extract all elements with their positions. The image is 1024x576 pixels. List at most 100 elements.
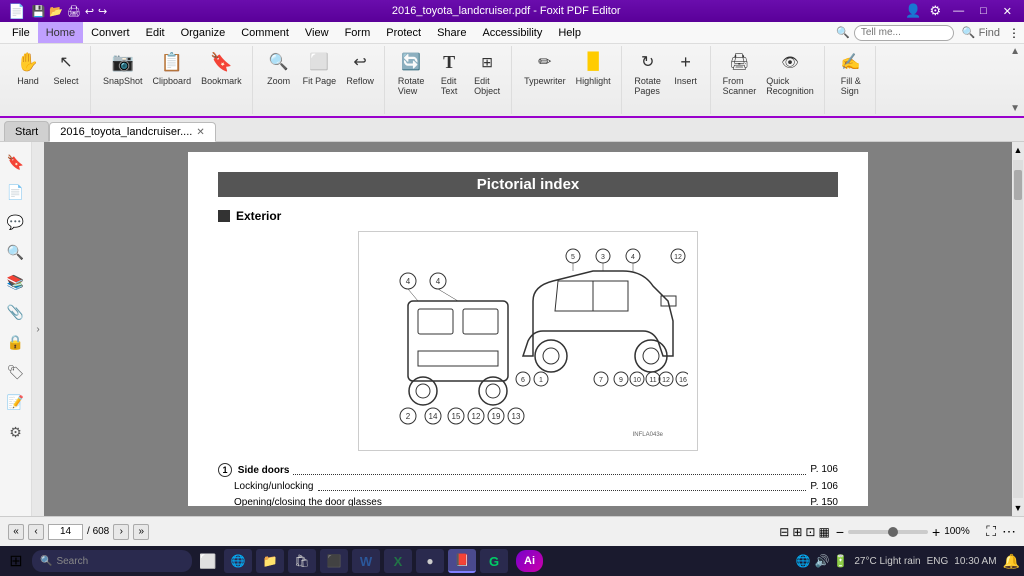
rotate-pages-button[interactable]: ↻ RotatePages — [630, 48, 666, 98]
taskbar-folder[interactable]: 📁 — [256, 549, 284, 573]
quick-access-print[interactable]: 🖨 — [67, 5, 81, 18]
menu-item-accessibility[interactable]: Accessibility — [474, 22, 550, 43]
more-options-icon[interactable]: ⋮ — [1008, 26, 1020, 40]
account-icon[interactable]: 👤 — [905, 3, 921, 19]
current-page-input[interactable] — [48, 524, 83, 540]
edit-text-button[interactable]: T EditText — [431, 48, 467, 98]
zoom-out-button[interactable]: − — [836, 524, 844, 540]
scroll-thumb[interactable] — [1014, 170, 1022, 200]
ribbon-group-annotate: ✏ Typewriter █ Highlight — [514, 46, 622, 114]
hand-button[interactable]: ✋ Hand — [10, 48, 46, 88]
scroll-down-arrow[interactable]: ▼ — [1012, 500, 1024, 516]
menu-item-home[interactable]: Home — [38, 22, 83, 43]
minimize-button[interactable]: — — [949, 5, 968, 17]
fullscreen-icon[interactable]: ⛶ — [986, 523, 996, 540]
tab-start[interactable]: Start — [4, 121, 49, 141]
menu-item-edit[interactable]: Edit — [138, 22, 173, 43]
close-button[interactable]: ✕ — [999, 5, 1016, 18]
sidebar-bookmark-icon[interactable]: 🔖 — [4, 150, 28, 174]
network-tray-icon[interactable]: 🌐 — [796, 554, 811, 568]
reflow-button[interactable]: ↩ Reflow — [342, 48, 378, 88]
snapshot-button[interactable]: 📷 SnapShot — [99, 48, 147, 88]
ai-button[interactable]: Ai — [516, 550, 543, 572]
scroll-view-icon[interactable]: ⊡ — [805, 525, 815, 539]
notifications-icon[interactable]: 🔔 — [1003, 553, 1020, 570]
taskbar-edge[interactable]: 🌐 — [224, 549, 252, 573]
taskbar-store[interactable]: 🛍 — [288, 549, 316, 573]
highlight-button[interactable]: █ Highlight — [572, 48, 615, 88]
grid-view-icon[interactable]: ▦ — [818, 525, 829, 539]
quick-access-folder[interactable]: 📂 — [49, 5, 63, 18]
title-bar-title: 2016_toyota_landcruiser.pdf - Foxit PDF … — [107, 5, 905, 17]
search-taskbar[interactable]: 🔍 Search — [32, 550, 192, 572]
scroll-up-arrow[interactable]: ▲ — [1012, 142, 1024, 158]
maximize-button[interactable]: □ — [976, 5, 991, 17]
battery-tray-icon[interactable]: 🔋 — [833, 554, 848, 568]
sidebar-collapse-arrow[interactable]: › — [32, 142, 44, 516]
double-page-view-icon[interactable]: ⊞ — [792, 525, 802, 539]
scroll-track[interactable] — [1013, 160, 1023, 498]
sidebar-attachment-icon[interactable]: 📎 — [4, 300, 28, 324]
menu-item-organize[interactable]: Organize — [173, 22, 234, 43]
single-page-view-icon[interactable]: ⊟ — [779, 525, 789, 539]
sidebar-form-icon[interactable]: 📝 — [4, 390, 28, 414]
menu-item-file[interactable]: File — [4, 22, 38, 43]
menu-item-comment[interactable]: Comment — [233, 22, 297, 43]
typewriter-button[interactable]: ✏ Typewriter — [520, 48, 570, 88]
taskbar-foxit[interactable]: 📕 — [448, 549, 476, 573]
last-page-button[interactable]: » — [133, 524, 149, 540]
tell-me-input[interactable] — [854, 25, 954, 41]
edit-object-button[interactable]: ⊞ EditObject — [469, 48, 505, 98]
menu-item-protect[interactable]: Protect — [378, 22, 429, 43]
settings-icon[interactable]: ⚙ — [929, 3, 941, 19]
quick-access-redo[interactable]: ↪ — [98, 5, 107, 18]
fill-sign-button[interactable]: ✍ Fill &Sign — [833, 48, 869, 98]
sidebar-layers-icon[interactable]: 📚 — [4, 270, 28, 294]
ribbon-scroll-down[interactable]: ▼ — [1010, 103, 1020, 114]
menu-item-help[interactable]: Help — [550, 22, 589, 43]
tab-pdf-doc[interactable]: 2016_toyota_landcruiser.... ✕ — [49, 122, 215, 142]
zoom-slider[interactable] — [848, 530, 928, 534]
taskbar-excel[interactable]: X — [384, 549, 412, 573]
next-page-button[interactable]: › — [113, 524, 129, 540]
prev-page-button[interactable]: ‹ — [28, 524, 44, 540]
sidebar-properties-icon[interactable]: ⚙ — [4, 420, 28, 444]
more-status-icon[interactable]: ⋯ — [1002, 523, 1016, 540]
clipboard-button[interactable]: 📋 Clipboard — [149, 48, 196, 88]
quick-access-undo[interactable]: ↩ — [85, 5, 94, 18]
select-button[interactable]: ↖ Select — [48, 48, 84, 88]
quick-recognition-button[interactable]: 👁 QuickRecognition — [762, 48, 818, 98]
task-view-button[interactable]: ⬜ — [196, 549, 220, 573]
sidebar-tag-icon[interactable]: 🏷 — [4, 360, 28, 384]
taskbar-word[interactable]: W — [352, 549, 380, 573]
zoom-in-button[interactable]: + — [932, 524, 940, 540]
zoom-button[interactable]: 🔍 Zoom — [261, 48, 297, 88]
start-button[interactable]: ⊞ — [4, 549, 28, 573]
zoom-thumb[interactable] — [888, 527, 898, 537]
menu-item-view[interactable]: View — [297, 22, 337, 43]
first-page-button[interactable]: « — [8, 524, 24, 540]
menu-item-share[interactable]: Share — [429, 22, 474, 43]
index-sub-entry-1-2: Opening/closing the door glasses P. 150 — [218, 496, 838, 506]
quick-access-save[interactable]: 💾 — [31, 5, 45, 18]
fit-page-button[interactable]: ⬜ Fit Page — [299, 48, 341, 88]
menu-item-form[interactable]: Form — [337, 22, 379, 43]
taskbar-green-app[interactable]: G — [480, 549, 508, 573]
sidebar-page-icon[interactable]: 📄 — [4, 180, 28, 204]
hand-icon: ✋ — [16, 50, 40, 74]
from-scanner-button[interactable]: 🖨 FromScanner — [719, 48, 761, 98]
sidebar-comment-icon[interactable]: 💬 — [4, 210, 28, 234]
ribbon-scroll-up[interactable]: ▲ — [1010, 46, 1020, 57]
menu-item-convert[interactable]: Convert — [83, 22, 138, 43]
taskbar-chrome[interactable]: ● — [416, 549, 444, 573]
word-icon: W — [358, 553, 374, 569]
insert-button[interactable]: + Insert — [668, 48, 704, 88]
tab-close-button[interactable]: ✕ — [196, 127, 204, 138]
bookmark-button[interactable]: 🔖 Bookmark — [197, 48, 246, 88]
taskbar-terminal[interactable]: ⬛ — [320, 549, 348, 573]
sidebar-search-icon[interactable]: 🔍 — [4, 240, 28, 264]
rotate-view-button[interactable]: 🔄 RotateView — [393, 48, 429, 98]
sidebar-security-icon[interactable]: 🔒 — [4, 330, 28, 354]
edge-icon: 🌐 — [230, 553, 246, 569]
volume-tray-icon[interactable]: 🔊 — [814, 554, 829, 568]
